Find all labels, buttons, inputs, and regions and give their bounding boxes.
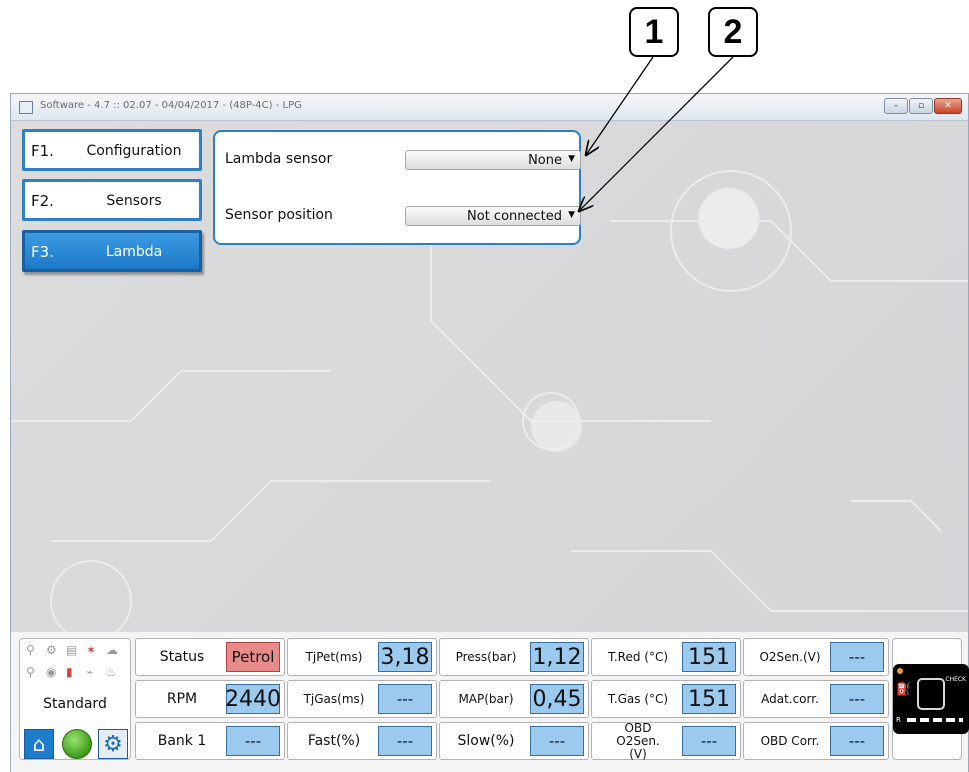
rpm-label: RPM: [166, 690, 198, 707]
lambda-sensor-value: None: [528, 153, 562, 168]
mode-label: Standard: [43, 696, 107, 712]
status-bar: ⚲ ⚙ ▤ ✶ ☁ ⚲ ◉ ▮ ⌁ ♨ Standard ⌂ ⚙ Status …: [11, 632, 969, 772]
main-area: F1. Configuration F2. Sensors F3. Lambda…: [11, 121, 969, 772]
rpm-value: 2440: [225, 684, 281, 714]
map-cell: MAP(bar) 0,45: [439, 680, 589, 718]
app-icon: [19, 101, 33, 114]
chevron-down-icon: ▼: [568, 210, 575, 220]
home-icon[interactable]: ⌂: [24, 729, 54, 759]
ecu-panel: ⛽ CHECK R: [892, 638, 969, 760]
title-bar: Software - 4.7 :: 02.07 - 04/04/2017 - (…: [11, 94, 968, 121]
app-window: Software - 4.7 :: 02.07 - 04/04/2017 - (…: [10, 93, 969, 772]
tgas-value: 151: [682, 684, 736, 714]
nav-key: F3.: [31, 243, 54, 261]
slow-value: ---: [530, 726, 584, 756]
lambda-sensor-label: Lambda sensor: [225, 151, 333, 167]
fast-value: ---: [378, 726, 432, 756]
gear-icon[interactable]: ⚙: [98, 729, 128, 759]
bank-value: ---: [226, 726, 280, 756]
tjpet-label: TjPet(ms): [305, 649, 363, 664]
lambda-sensor-select[interactable]: None ▼: [405, 150, 581, 170]
injector-icon: ⚲: [26, 643, 35, 657]
obd-corr-cell: OBD Corr. ---: [743, 722, 889, 760]
printer-icon: ▤: [66, 643, 78, 657]
tgas-cell: T.Gas (°C) 151: [591, 680, 741, 718]
nav-label: Configuration: [86, 143, 182, 159]
map-value: 0,45: [530, 684, 584, 714]
obd-o2sen-value: ---: [682, 726, 736, 756]
fuel-pump-icon: ⛽: [896, 682, 911, 696]
maximize-button[interactable]: ▫: [909, 98, 933, 114]
bank-label: Bank 1: [157, 732, 207, 749]
tjgas-value: ---: [378, 684, 432, 714]
status-label: Status: [159, 648, 205, 665]
status-cell: Status Petrol: [135, 638, 285, 676]
obd-corr-value: ---: [830, 726, 884, 756]
callout-2: 2: [708, 7, 758, 57]
tred-value: 151: [682, 642, 736, 672]
mode-panel: ⚲ ⚙ ▤ ✶ ☁ ⚲ ◉ ▮ ⌁ ♨ Standard ⌂ ⚙: [19, 638, 131, 760]
map-label: MAP(bar): [458, 691, 514, 706]
tred-label: T.Red (°C): [607, 649, 669, 664]
tjpet-value: 3,18: [378, 642, 432, 672]
extinguisher-icon: ▮: [66, 665, 73, 679]
nav-button-configuration[interactable]: F1. Configuration: [22, 129, 202, 171]
nav-button-sensors[interactable]: F2. Sensors: [22, 179, 202, 221]
obd-o2sen-label: OBD O2Sen.(V): [616, 720, 660, 761]
chevron-down-icon: ▼: [568, 154, 575, 164]
obd-o2sen-cell: OBD O2Sen.(V) ---: [591, 720, 741, 761]
press-value: 1,12: [530, 642, 584, 672]
press-cell: Press(bar) 1,12: [439, 638, 589, 676]
ecu-switch-icon[interactable]: ⛽ CHECK R: [893, 664, 969, 734]
filter-icon: ⚙: [46, 643, 57, 657]
map-pin-icon: ⚲: [26, 665, 35, 679]
tred-cell: T.Red (°C) 151: [591, 638, 741, 676]
sensor-position-select[interactable]: Not connected ▼: [405, 206, 581, 226]
rpm-cell: RPM 2440: [135, 680, 285, 718]
minimize-button[interactable]: –: [884, 98, 908, 114]
tjpet-cell: TjPet(ms) 3,18: [287, 638, 437, 676]
tgas-label: T.Gas (°C): [607, 691, 669, 706]
fast-cell: Fast(%) ---: [287, 722, 437, 760]
lambda-settings-panel: Lambda sensor None ▼ Sensor position Not…: [213, 130, 581, 245]
nav-key: F1.: [31, 142, 54, 160]
fuel-cell-icon: ✶: [86, 643, 97, 657]
obd-corr-label: OBD Corr.: [760, 733, 820, 748]
sensor-icon: ◉: [46, 665, 57, 679]
adat-corr-value: ---: [830, 684, 884, 714]
sensor-position-label: Sensor position: [225, 207, 333, 223]
indicator-led-icon: [897, 668, 903, 674]
press-label: Press(bar): [455, 649, 517, 664]
tjgas-label: TjGas(ms): [303, 691, 365, 706]
status-value: Petrol: [226, 642, 280, 672]
o2sen-value: ---: [830, 642, 884, 672]
close-button[interactable]: ✕: [934, 98, 962, 114]
nav-button-lambda[interactable]: F3. Lambda: [22, 230, 202, 272]
level-bars-icon: [907, 718, 963, 722]
tjgas-cell: TjGas(ms) ---: [287, 680, 437, 718]
slow-cell: Slow(%) ---: [439, 722, 589, 760]
sensor-position-value: Not connected: [467, 209, 562, 224]
temperature-icon: ♨: [106, 665, 117, 679]
nav-label: Lambda: [105, 244, 163, 260]
fast-label: Fast(%): [307, 732, 361, 749]
nav-label: Sensors: [106, 193, 162, 209]
nav-key: F2.: [31, 192, 54, 210]
slow-label: Slow(%): [457, 732, 515, 749]
check-engine-label: CHECK: [945, 676, 966, 683]
r-label: R: [896, 716, 901, 724]
adat-corr-label: Adat.corr.: [761, 691, 819, 706]
adat-corr-cell: Adat.corr. ---: [743, 680, 889, 718]
cloud-icon: ☁: [106, 643, 118, 657]
o2sen-label: O2Sen.(V): [759, 649, 821, 664]
bank-cell: Bank 1 ---: [135, 722, 285, 760]
o2sen-cell: O2Sen.(V) ---: [743, 638, 889, 676]
window-title: Software - 4.7 :: 02.07 - 04/04/2017 - (…: [40, 100, 302, 111]
callout-1: 1: [629, 7, 679, 57]
ecu-screen: [917, 678, 945, 710]
graph-icon: ⌁: [86, 665, 94, 679]
status-led-icon: [62, 729, 92, 759]
